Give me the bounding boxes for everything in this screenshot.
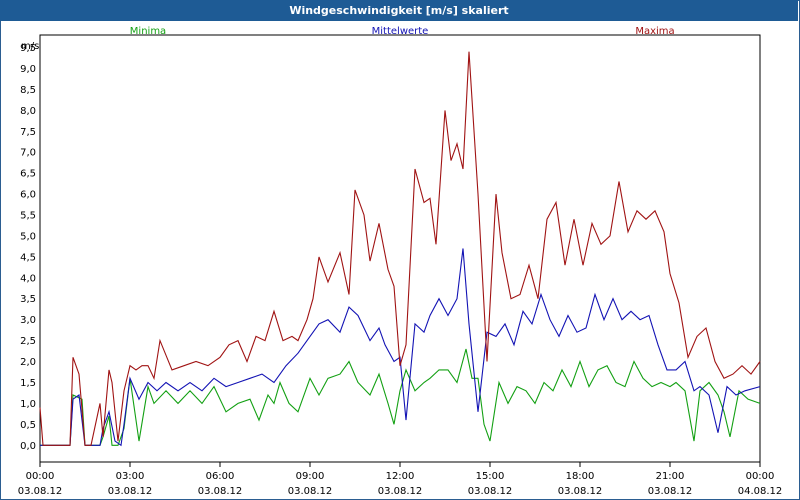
legend-item-maxima: Maxima — [635, 26, 674, 37]
x-tick-time: 00:00 — [746, 471, 775, 482]
x-tick-date: 03.08.12 — [288, 486, 333, 497]
x-tick-date: 03.08.12 — [378, 486, 423, 497]
x-tick-date: 03.08.12 — [648, 486, 693, 497]
y-tick-label: 5,5 — [20, 211, 36, 222]
y-tick-label: 1,0 — [20, 399, 36, 410]
wind-speed-chart: 0,0 0,5 1,0 1,5 2,0 2,5 3,0 3,5 4,0 4,5 5,0 5,5 6,0 6… — [18, 26, 783, 497]
legend-item-mittelwerte: Mittelwerte — [372, 26, 429, 37]
y-tick-label: 2,0 — [20, 357, 36, 368]
y-tick-label: 8,0 — [20, 106, 36, 117]
axes — [39, 34, 761, 467]
y-tick-label: 6,5 — [20, 169, 36, 180]
x-tick-time: 15:00 — [476, 471, 505, 482]
y-axis-label: m/s — [21, 41, 39, 52]
x-tick-time: 12:00 — [386, 471, 415, 482]
x-tick-date: 03.08.12 — [558, 486, 603, 497]
y-tick-label: 7,5 — [20, 127, 36, 138]
y-tick-label: 1,5 — [20, 378, 36, 389]
y-tick-label: 4,5 — [20, 252, 36, 263]
y-tick-label: 2,5 — [20, 336, 36, 347]
y-tick-labels: 0,0 0,5 1,0 1,5 2,0 2,5 3,0 3,5 4,0 4,5 5,0 5,5 6,0 6… — [20, 43, 36, 452]
x-tick-date: 03.08.12 — [108, 486, 153, 497]
x-tick-time: 06:00 — [206, 471, 235, 482]
x-tick-time: 00:00 — [26, 471, 55, 482]
y-tick-label: 4,0 — [20, 273, 36, 284]
y-tick-label: 7,0 — [20, 148, 36, 159]
x-tick-time: 21:00 — [656, 471, 685, 482]
x-tick-time: 03:00 — [116, 471, 145, 482]
y-tick-label: 3,0 — [20, 315, 36, 326]
x-tick-date: 03.08.12 — [468, 486, 513, 497]
x-tick-date: 03.08.12 — [18, 486, 63, 497]
y-tick-label: 0,0 — [20, 441, 36, 452]
x-tick-date: 03.08.12 — [198, 486, 243, 497]
x-tick-time: 18:00 — [566, 471, 595, 482]
plot-area — [39, 34, 761, 463]
x-tick-time: 09:00 — [296, 471, 325, 482]
y-tick-label: 9,0 — [20, 64, 36, 75]
x-tick-date: 04.08.12 — [738, 486, 783, 497]
y-tick-label: 3,5 — [20, 294, 36, 305]
y-tick-label: 5,0 — [20, 231, 36, 242]
x-tick-labels: 00:00 03.08.12 03:00 03.08.12 06:00 03.08.12 0… — [18, 471, 783, 497]
legend-item-minima: Minima — [130, 26, 166, 37]
y-tick-label: 0,5 — [20, 420, 36, 431]
y-tick-label: 6,0 — [20, 190, 36, 201]
y-tick-label: 8,5 — [20, 85, 36, 96]
